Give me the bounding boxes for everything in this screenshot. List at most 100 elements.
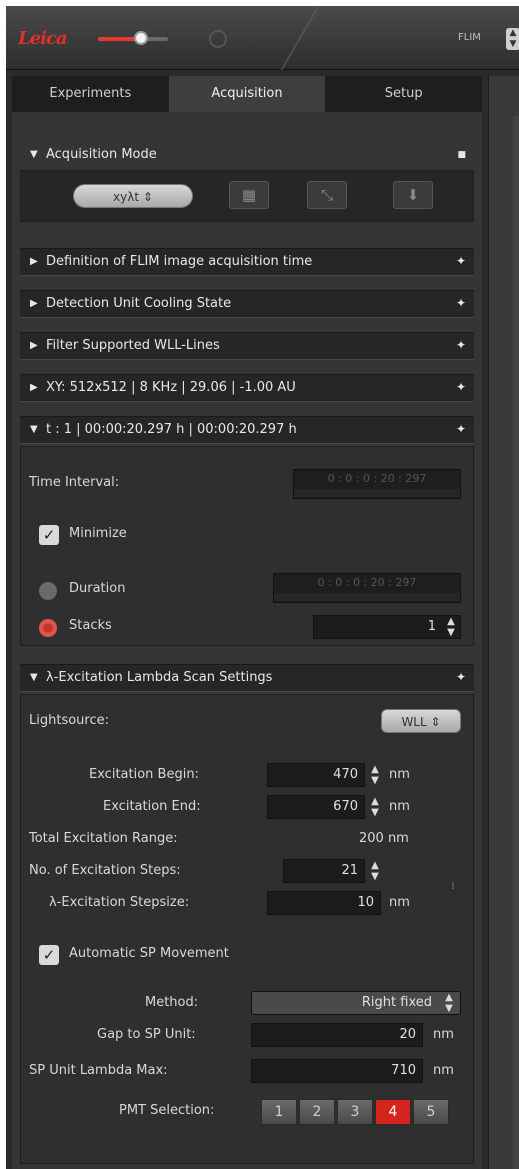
gap-label: Gap to SP Unit: [97, 1027, 196, 1042]
lightsource-value: WLL [401, 715, 427, 729]
lambda-settings-header[interactable]: ▼ λ-Excitation Lambda Scan Settings ✦ [20, 664, 474, 692]
pin-icon[interactable]: ✦ [456, 338, 466, 352]
excitation-steps-spinner[interactable]: ▲ ▼ [367, 860, 383, 882]
excitation-steps-field[interactable]: 21 [283, 859, 365, 883]
expand-arrow-icon: ▶ [30, 340, 38, 351]
stepsize-label: λ-Excitation Stepsize: [49, 895, 190, 910]
stacks-label: Stacks [69, 618, 112, 633]
section-title: XY: 512x512 | 8 KHz | 29.06 | -1.00 AU [46, 380, 296, 395]
pin-icon[interactable]: ✦ [456, 380, 466, 394]
section-title: λ-Excitation Lambda Scan Settings [46, 670, 273, 685]
collapse-arrow-icon: ▼ [30, 149, 38, 160]
pin-icon[interactable]: ■ [457, 150, 466, 160]
flim-time-header[interactable]: ▶ Definition of FLIM image acquisition t… [20, 248, 474, 276]
unit-label: nm [433, 1027, 454, 1042]
lightsource-select[interactable]: WLL ⇕ [381, 709, 461, 733]
pmt-selection-label: PMT Selection: [119, 1103, 215, 1118]
stepsize-value: 10 [357, 895, 374, 910]
excitation-steps-value: 21 [341, 863, 358, 878]
stepsize-field[interactable]: 10 [267, 891, 381, 915]
pmt-button-5[interactable]: 5 [413, 1099, 449, 1125]
unit-label: nm [389, 799, 410, 814]
section-title: Detection Unit Cooling State [46, 296, 232, 311]
excitation-steps-label: No. of Excitation Steps: [29, 863, 181, 878]
link-icon[interactable]: ⁞ [445, 881, 461, 903]
duration-field[interactable]: 0 : 0 : 0 : 20 : 297 [273, 573, 461, 603]
minimize-label: Minimize [69, 526, 127, 541]
gap-field[interactable]: 20 [251, 1023, 423, 1047]
app-window: Leica FLIM ▲ ▼ Experiments Acquisition Se… [6, 6, 519, 1169]
unit-label: nm [389, 767, 410, 782]
download-icon[interactable]: ⬇ [393, 181, 433, 209]
grid-icon[interactable]: ▦ [229, 181, 269, 209]
unit-label: nm [389, 895, 410, 910]
duration-label: Duration [69, 581, 126, 596]
method-label: Method: [145, 995, 199, 1010]
xy-settings-header[interactable]: ▶ XY: 512x512 | 8 KHz | 29.06 | -1.00 AU… [20, 374, 474, 402]
sp-max-label: SP Unit Lambda Max: [29, 1063, 168, 1078]
wll-lines-header[interactable]: ▶ Filter Supported WLL-Lines ✦ [20, 332, 474, 360]
total-range-label: Total Excitation Range: [29, 831, 178, 846]
excitation-begin-label: Excitation Begin: [89, 767, 199, 782]
collapse-arrow-icon: ▼ [30, 672, 38, 683]
time-interval-field[interactable]: 0 : 0 : 0 : 20 : 297 [293, 469, 461, 499]
section-title: Filter Supported WLL-Lines [46, 338, 220, 353]
duration-radio[interactable] [39, 582, 57, 600]
stacks-field[interactable]: 1 [313, 615, 461, 639]
pmt-button-1[interactable]: 1 [261, 1099, 297, 1125]
leica-logo: Leica [18, 28, 68, 49]
top-bar: Leica FLIM ▲ ▼ [6, 6, 519, 70]
tab-setup[interactable]: Setup [325, 76, 482, 112]
pin-icon[interactable]: ✦ [456, 670, 466, 684]
auto-sp-checkbox[interactable]: ✓ [39, 945, 59, 965]
expand-arrow-icon: ▶ [30, 256, 38, 267]
t-settings-header[interactable]: ▼ t : 1 | 00:00:20.297 h | 00:00:20.297 … [20, 416, 474, 444]
stacks-spinner[interactable]: ▲ ▼ [443, 616, 459, 638]
pin-icon[interactable]: ✦ [456, 254, 466, 268]
scan-mode-select[interactable]: xyλt ⇕ [73, 184, 193, 208]
method-select-arrows: ▲ ▼ [445, 992, 453, 1014]
section-title: t : 1 | 00:00:20.297 h | 00:00:20.297 h [46, 422, 297, 437]
acquisition-mode-header[interactable]: ▼ Acquisition Mode ■ [20, 142, 474, 170]
tab-experiments[interactable]: Experiments [12, 76, 169, 112]
time-interval-sublabels [294, 489, 460, 497]
excitation-begin-value: 470 [333, 767, 358, 782]
method-select[interactable]: Right fixed [251, 991, 461, 1015]
disabled-circle-icon [209, 30, 227, 48]
tab-acquisition[interactable]: Acquisition [168, 76, 326, 112]
excitation-end-label: Excitation End: [103, 799, 201, 814]
pin-icon[interactable]: ✦ [456, 422, 466, 436]
expand-arrow-icon: ▶ [30, 382, 38, 393]
excitation-end-spinner[interactable]: ▲ ▼ [367, 796, 383, 818]
collapse-arrow-icon: ▼ [30, 424, 38, 435]
mode-spinner[interactable]: ▲ ▼ [506, 28, 519, 50]
minimize-checkbox[interactable]: ✓ [39, 525, 59, 545]
resize-icon[interactable]: ⤡ [307, 181, 347, 209]
time-settings-body: Time Interval: 0 : 0 : 0 : 20 : 297 ✓ Mi… [20, 446, 474, 646]
acquisition-mode-toolbar: xyλt ⇕ ▦ ⤡ ⬇ [20, 170, 474, 222]
section-title: Definition of FLIM image acquisition tim… [46, 254, 313, 269]
pin-icon[interactable]: ✦ [456, 296, 466, 310]
zoom-slider-knob[interactable] [134, 31, 148, 45]
zoom-slider-fill [98, 37, 138, 41]
unit-label: nm [433, 1063, 454, 1078]
pmt-button-4[interactable]: 4 [375, 1099, 411, 1125]
excitation-end-value: 670 [333, 799, 358, 814]
stacks-value: 1 [427, 619, 436, 634]
pmt-button-2[interactable]: 2 [299, 1099, 335, 1125]
main-tabs: Experiments Acquisition Setup [12, 76, 482, 112]
right-panel-scroll[interactable] [513, 116, 519, 1169]
excitation-begin-field[interactable]: 470 [267, 763, 365, 787]
excitation-end-field[interactable]: 670 [267, 795, 365, 819]
auto-sp-label: Automatic SP Movement [69, 946, 229, 961]
sp-max-field[interactable]: 710 [251, 1059, 423, 1083]
section-title: Acquisition Mode [46, 147, 157, 162]
duration-value: 0 : 0 : 0 : 20 : 297 [317, 576, 417, 589]
pmt-button-3[interactable]: 3 [337, 1099, 373, 1125]
stacks-radio[interactable] [39, 619, 57, 637]
excitation-begin-spinner[interactable]: ▲ ▼ [367, 764, 383, 786]
scan-mode-value: xyλt [113, 190, 140, 204]
cooling-state-header[interactable]: ▶ Detection Unit Cooling State ✦ [20, 290, 474, 318]
time-interval-label: Time Interval: [29, 475, 120, 490]
lambda-settings-body: Lightsource: WLL ⇕ Excitation Begin: 470… [20, 694, 474, 1164]
